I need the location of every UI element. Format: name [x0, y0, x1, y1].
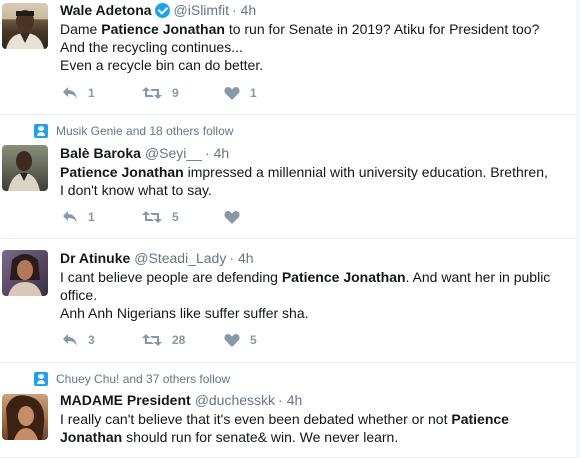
user-handle[interactable]: @duchesskk	[195, 392, 275, 408]
text-run: I don't know what to say.	[60, 182, 212, 198]
heart-icon	[224, 87, 240, 100]
user-handle[interactable]: @iSlimfit	[174, 2, 229, 18]
timestamp[interactable]: 4h	[238, 250, 254, 266]
tweet-text-line: I cant believe people are defending Pati…	[60, 268, 565, 286]
tweet-header: Dr Atinuke @Steadi_Lady · 4h	[60, 249, 254, 267]
heart-icon	[224, 334, 240, 347]
text-run: I really can't believe that it's even be…	[60, 411, 452, 427]
tweet-text: I cant believe people are defending Pati…	[60, 268, 565, 322]
highlighted-term: Patience Jonathan	[101, 21, 225, 37]
avatar[interactable]	[2, 250, 48, 296]
tweet-text-line: Jonathan should run for senate& win. We …	[60, 428, 565, 446]
reply-count: 1	[88, 210, 95, 224]
text-run: impressed a millennial with university e…	[183, 164, 548, 180]
highlighted-term: Patience Jonathan	[281, 269, 406, 285]
like-count: 1	[250, 86, 257, 100]
display-name[interactable]: Balè Baroka	[60, 145, 141, 161]
separator-dot: ·	[231, 2, 237, 18]
tweet-card[interactable]: Musik Genie and 18 others follow Balè Ba…	[0, 115, 580, 239]
tweet-text-line: Dame Patience Jonathan to run for Senate…	[60, 20, 565, 38]
separator-dot: ·	[204, 145, 210, 161]
reply-icon	[63, 211, 77, 223]
reply-button[interactable]: 1	[62, 86, 95, 100]
retweet-count: 28	[172, 333, 186, 347]
tweet-text-line: office.	[60, 286, 565, 304]
tweet-text-line: I don't know what to say.	[60, 181, 565, 199]
highlighted-term: Jonathan	[60, 429, 123, 445]
person-follow-icon	[34, 372, 48, 386]
like-button[interactable]	[224, 210, 250, 224]
tweet-header: MADAME President @duchesskk · 4h	[60, 391, 302, 409]
timestamp[interactable]: 4h	[214, 145, 230, 161]
retweet-icon	[142, 87, 162, 99]
social-context-text: Chuey Chu! and 37 others follow	[56, 372, 231, 386]
like-button[interactable]: 5	[224, 333, 257, 347]
like-button[interactable]: 1	[224, 86, 257, 100]
user-handle[interactable]: @Seyi__	[145, 145, 202, 161]
retweet-count: 5	[172, 210, 179, 224]
text-run: Even a recycle bin can do better.	[60, 57, 264, 73]
tweet-header: Balè Baroka @Seyi__ · 4h	[60, 144, 229, 162]
display-name[interactable]: Dr Atinuke	[60, 250, 130, 266]
retweet-icon	[142, 211, 162, 223]
tweet-text-line: Anh Anh Nigerians like suffer suffer sha…	[60, 304, 565, 322]
text-run: Dame	[60, 21, 102, 37]
tweet-text-line: And the recycling continues...	[60, 38, 565, 56]
retweet-icon	[142, 334, 162, 346]
heart-icon	[224, 211, 240, 224]
tweet-header: Wale Adetona @iSlimfit · 4h	[60, 1, 256, 19]
avatar[interactable]	[2, 394, 48, 440]
scrollbar[interactable]	[576, 0, 580, 458]
like-count: 5	[250, 333, 257, 347]
tweet-text-line: Patience Jonathan impressed a millennial…	[60, 163, 565, 181]
reply-button[interactable]: 1	[62, 210, 95, 224]
verified-badge-icon	[154, 2, 170, 18]
tweet-text-line: I really can't believe that it's even be…	[60, 410, 565, 428]
social-context[interactable]: Musik Genie and 18 others follow	[34, 124, 233, 138]
display-name[interactable]: MADAME President	[60, 392, 191, 408]
highlighted-term: Patience Jonathan	[60, 164, 184, 180]
timestamp[interactable]: 4h	[287, 392, 303, 408]
text-run: office.	[60, 287, 98, 303]
text-run: to run for Senate in 2019? Atiku for Pre…	[224, 21, 540, 37]
text-run: Anh Anh Nigerians like suffer suffer sha…	[60, 305, 309, 321]
text-run: should run for senate& win. We never lea…	[122, 429, 399, 445]
tweet-text: I really can't believe that it's even be…	[60, 410, 565, 446]
separator-dot: ·	[278, 392, 283, 408]
tweet-card[interactable]: Chuey Chu! and 37 others follow MADAME P…	[0, 363, 580, 458]
reply-icon	[63, 87, 77, 99]
tweet-card[interactable]: Dr Atinuke @Steadi_Lady · 4h I cant beli…	[0, 239, 580, 363]
tweet-text-line: Even a recycle bin can do better.	[60, 56, 565, 74]
text-run: And the recycling continues...	[60, 39, 243, 55]
retweet-count: 9	[172, 86, 179, 100]
user-handle[interactable]: @Steadi_Lady	[134, 250, 226, 266]
reply-icon	[63, 334, 77, 346]
reply-count: 1	[88, 86, 95, 100]
highlighted-term: Patience	[451, 411, 509, 427]
text-run: . And want her in public	[405, 269, 551, 285]
social-context[interactable]: Chuey Chu! and 37 others follow	[34, 372, 230, 386]
reply-button[interactable]: 3	[62, 333, 95, 347]
social-context-text: Musik Genie and 18 others follow	[56, 124, 234, 138]
tweet-card[interactable]: Wale Adetona @iSlimfit · 4h Dame Patienc…	[0, 0, 580, 115]
person-follow-icon	[34, 124, 48, 138]
timestamp[interactable]: 4h	[241, 2, 257, 18]
display-name[interactable]: Wale Adetona	[60, 2, 152, 18]
reply-count: 3	[88, 333, 95, 347]
tweet-text: Dame Patience Jonathan to run for Senate…	[60, 20, 565, 74]
text-run: I cant believe people are defending	[60, 269, 282, 285]
separator-dot: ·	[229, 250, 235, 266]
retweet-button[interactable]: 28	[142, 333, 185, 347]
avatar[interactable]	[2, 3, 48, 49]
avatar[interactable]	[2, 145, 48, 191]
tweet-text: Patience Jonathan impressed a millennial…	[60, 163, 565, 199]
retweet-button[interactable]: 5	[142, 210, 179, 224]
retweet-button[interactable]: 9	[142, 86, 179, 100]
